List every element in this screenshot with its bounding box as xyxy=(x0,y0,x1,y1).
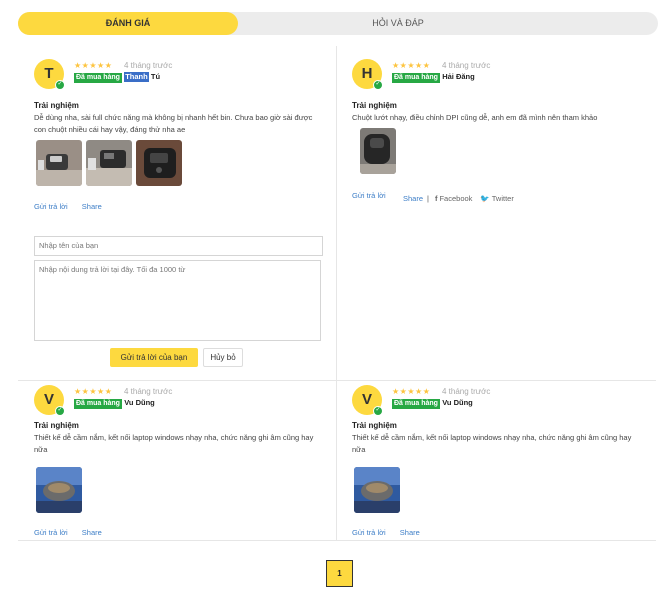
reply-textarea[interactable]: Nhập nội dung trả lời tại đây. Tối đa 10… xyxy=(34,260,321,341)
reply-link[interactable]: Gửi trả lời xyxy=(34,202,68,211)
star-rating: ★★★★★ xyxy=(392,61,431,70)
review-text: Dễ dùng nha, sài full chức năng mà không… xyxy=(34,113,313,134)
reviewer-name: Vu Dũng xyxy=(124,398,155,407)
review-photo[interactable] xyxy=(36,140,82,186)
review-photo[interactable] xyxy=(86,140,132,186)
review-photo[interactable] xyxy=(136,140,182,186)
reply-link[interactable]: Gửi trả lời xyxy=(34,528,68,537)
share-link[interactable]: Share xyxy=(82,202,102,211)
twitter-share[interactable]: 🐦 Twitter xyxy=(480,194,513,203)
tab-qa[interactable]: HỎI VÀ ĐÁP xyxy=(298,12,498,35)
send-reply-button[interactable]: Gửi trả lời của bạn xyxy=(110,348,198,367)
reviewer-name: Tú xyxy=(150,72,161,81)
pagination-page-button[interactable]: 1 xyxy=(326,560,353,587)
facebook-label: Facebook xyxy=(439,194,473,203)
experience-title: Trải nghiệm xyxy=(352,421,397,430)
check-icon: ✓ xyxy=(373,80,383,90)
experience-title: Trải nghiệm xyxy=(34,101,79,110)
review-text: Thiết kế dễ cầm nắm, kết nối laptop wind… xyxy=(352,433,632,454)
review-photo[interactable] xyxy=(36,467,82,513)
review-text: Chuột lướt nhạy, điều chỉnh DPI cũng dễ,… xyxy=(352,113,598,122)
bought-badge: Đã mua hàng xyxy=(74,399,122,409)
review-card: H ✓ ★★★★★ 4 tháng trước Đã mua hàng Hải … xyxy=(352,59,652,219)
review-card: T ✓ ★★★★★ 4 tháng trước Đã mua hàng Than… xyxy=(34,59,334,379)
divider xyxy=(18,380,656,381)
check-icon: ✓ xyxy=(55,406,65,416)
review-actions: Gửi trả lời xyxy=(352,191,398,200)
buyer-info: Đã mua hàng Hải Đăng xyxy=(392,72,475,83)
share-row: Share | f Facebook 🐦 Twitter xyxy=(403,194,522,203)
check-icon: ✓ xyxy=(373,406,383,416)
share-link[interactable]: Share xyxy=(82,528,102,537)
review-time: 4 tháng trước xyxy=(442,387,491,396)
review-text: Thiết kế dễ cầm nắm, kết nối laptop wind… xyxy=(34,433,314,454)
review-time: 4 tháng trước xyxy=(124,61,173,70)
reply-link[interactable]: Gửi trả lời xyxy=(352,191,386,200)
separator: | xyxy=(427,194,429,203)
buyer-info: Đã mua hàng Vu Dũng xyxy=(74,398,155,409)
star-rating: ★★★★★ xyxy=(74,387,113,396)
twitter-icon: 🐦 xyxy=(480,194,490,203)
experience-title: Trải nghiệm xyxy=(352,101,397,110)
divider xyxy=(336,46,337,540)
share-link[interactable]: Share xyxy=(403,194,423,203)
tab-bar: ĐÁNH GIÁ HỎI VÀ ĐÁP xyxy=(18,12,658,35)
buyer-info: Đã mua hàng Vu Dũng xyxy=(392,398,473,409)
reviewer-name-highlight: Thanh xyxy=(124,72,149,82)
review-card: V ✓ ★★★★★ 4 tháng trước Đã mua hàng Vu D… xyxy=(34,385,334,537)
facebook-share[interactable]: f Facebook xyxy=(435,194,472,203)
review-photo[interactable] xyxy=(360,128,396,174)
cancel-button[interactable]: Hủy bỏ xyxy=(203,348,243,367)
twitter-label: Twitter xyxy=(491,194,514,203)
facebook-icon: f xyxy=(434,194,438,203)
review-card: V ✓ ★★★★★ 4 tháng trước Đã mua hàng Vu D… xyxy=(352,385,652,537)
star-rating: ★★★★★ xyxy=(74,61,113,70)
buyer-info: Đã mua hàng Thanh Tú xyxy=(74,72,161,83)
review-actions: Gửi trả lời Share xyxy=(34,202,114,211)
bought-badge: Đã mua hàng xyxy=(392,399,440,409)
name-input[interactable]: Nhập tên của bạn xyxy=(34,236,323,256)
reviewer-name: Hải Đăng xyxy=(442,72,475,81)
check-icon: ✓ xyxy=(55,80,65,90)
share-link[interactable]: Share xyxy=(400,528,420,537)
bought-badge: Đã mua hàng xyxy=(392,73,440,83)
reviewer-name: Vu Dũng xyxy=(442,398,473,407)
reply-link[interactable]: Gửi trả lời xyxy=(352,528,386,537)
bought-badge: Đã mua hàng xyxy=(74,73,122,83)
divider xyxy=(18,540,656,541)
review-photo[interactable] xyxy=(354,467,400,513)
review-time: 4 tháng trước xyxy=(124,387,173,396)
review-actions: Gửi trả lời Share xyxy=(352,528,432,537)
experience-title: Trải nghiệm xyxy=(34,421,79,430)
review-time: 4 tháng trước xyxy=(442,61,491,70)
star-rating: ★★★★★ xyxy=(392,387,431,396)
review-actions: Gửi trả lời Share xyxy=(34,528,114,537)
tab-reviews[interactable]: ĐÁNH GIÁ xyxy=(18,12,238,35)
